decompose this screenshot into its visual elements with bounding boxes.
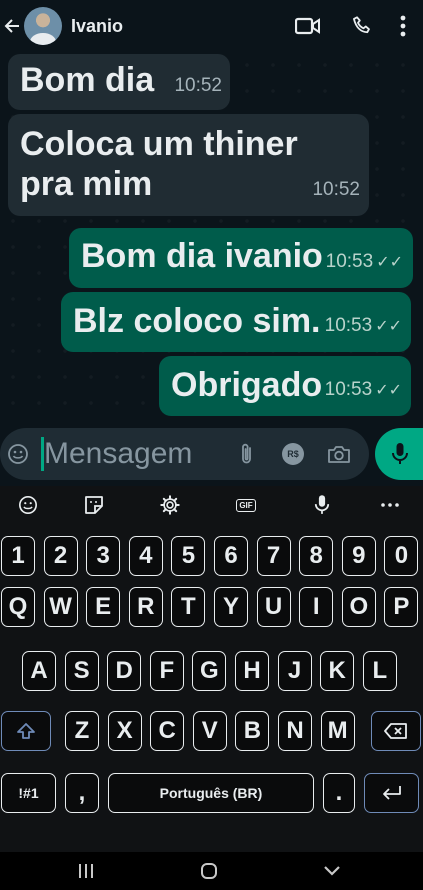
read-ticks-icon: ✓✓ (375, 318, 402, 335)
message-outgoing[interactable]: Obrigado 10:53 ✓✓ (159, 356, 411, 416)
gif-icon[interactable]: GIF (208, 486, 284, 524)
emoji-icon[interactable] (0, 428, 36, 480)
key-g[interactable]: G (192, 651, 227, 691)
key-4[interactable]: 4 (128, 536, 163, 576)
key-1[interactable]: 1 (1, 536, 35, 576)
message-text: Bom dia (20, 61, 155, 99)
keyboard-mic-icon[interactable] (284, 486, 360, 524)
read-ticks-icon: ✓✓ (376, 254, 403, 271)
soft-keyboard: GIF 1234567890 QWERTYUIOP ASDFGHJKL ZXCVBNM… (0, 486, 423, 890)
key-l[interactable]: L (362, 651, 397, 691)
key-h[interactable]: H (235, 651, 269, 691)
chat-header: Ivanio (0, 0, 423, 52)
payment-icon[interactable]: R$ (270, 428, 316, 480)
key-u[interactable]: U (256, 587, 291, 627)
key-9[interactable]: 9 (341, 536, 376, 576)
composer-field[interactable]: R$ (0, 428, 369, 480)
message-text: Bom dia ivanio (81, 237, 323, 275)
back-arrow-icon[interactable] (2, 0, 22, 52)
key-n[interactable]: N (278, 711, 312, 751)
message-incoming[interactable]: Coloca um thiner pra mim 10:52 (8, 114, 369, 216)
message-text: Obrigado (171, 366, 323, 404)
key-p[interactable]: P (384, 587, 419, 627)
contact-avatar[interactable] (24, 7, 62, 45)
message-time: 10:52 (174, 75, 222, 96)
period-key[interactable]: . (323, 773, 355, 813)
message-time: 10:53 (325, 251, 374, 272)
sticker-icon[interactable] (56, 486, 132, 524)
key-q[interactable]: Q (1, 587, 35, 627)
key-d[interactable]: D (107, 651, 142, 691)
key-8[interactable]: 8 (299, 536, 334, 576)
keyboard-emoji-icon[interactable] (0, 486, 56, 524)
key-c[interactable]: C (150, 711, 185, 751)
video-call-icon[interactable] (281, 0, 335, 52)
composer-bar: R$ (0, 422, 423, 486)
key-w[interactable]: W (43, 587, 78, 627)
key-0[interactable]: 0 (384, 536, 419, 576)
key-x[interactable]: X (107, 711, 142, 751)
recent-apps-icon[interactable] (24, 852, 147, 890)
mic-icon (392, 443, 408, 464)
message-input[interactable] (44, 437, 224, 471)
message-time: 10:53 (324, 379, 373, 400)
key-e[interactable]: E (86, 587, 121, 627)
shift-key[interactable] (1, 711, 51, 751)
key-m[interactable]: M (320, 711, 355, 751)
symbols-key[interactable]: !#1 (1, 773, 56, 813)
space-key[interactable]: Português (BR) (108, 773, 314, 813)
message-list[interactable]: Bom dia 10:52 Coloca um thiner pra mim 1… (0, 52, 423, 422)
key-i[interactable]: I (299, 587, 334, 627)
backspace-key[interactable] (371, 711, 421, 751)
key-z[interactable]: Z (65, 711, 99, 751)
message-time: 10:52 (312, 179, 360, 200)
camera-icon[interactable] (316, 428, 362, 480)
message-meta: 10:53 ✓✓ (325, 300, 402, 347)
key-2[interactable]: 2 (43, 536, 78, 576)
key-v[interactable]: V (192, 711, 227, 751)
more-vert-icon[interactable] (389, 0, 417, 52)
key-f[interactable]: F (149, 651, 184, 691)
attach-icon[interactable] (224, 428, 270, 480)
key-y[interactable]: Y (214, 587, 248, 627)
key-t[interactable]: T (171, 587, 206, 627)
message-incoming[interactable]: Bom dia 10:52 (8, 54, 230, 110)
key-7[interactable]: 7 (256, 536, 291, 576)
voice-message-button[interactable] (375, 428, 423, 480)
settings-gear-icon[interactable] (132, 486, 208, 524)
message-outgoing[interactable]: Blz coloco sim. 10:53 ✓✓ (61, 292, 411, 352)
key-a[interactable]: A (22, 651, 56, 691)
read-ticks-icon: ✓✓ (375, 382, 402, 399)
phone-icon[interactable] (335, 0, 389, 52)
message-text: Coloca um thiner pra mim (20, 125, 298, 203)
hide-keyboard-icon[interactable] (270, 852, 393, 890)
key-j[interactable]: J (277, 651, 312, 691)
enter-key[interactable] (364, 773, 419, 813)
key-k[interactable]: K (320, 651, 355, 691)
key-6[interactable]: 6 (214, 536, 248, 576)
message-outgoing[interactable]: Bom dia ivanio 10:53 ✓✓ (69, 228, 413, 288)
keyboard-toolbar: GIF (0, 486, 423, 524)
message-time: 10:53 (324, 315, 373, 336)
key-o[interactable]: O (341, 587, 376, 627)
message-meta: 10:53 ✓✓ (325, 364, 402, 411)
home-icon[interactable] (147, 852, 270, 890)
comma-key[interactable]: , (65, 773, 99, 813)
system-nav-bar (0, 852, 423, 890)
contact-name[interactable]: Ivanio (71, 16, 123, 37)
key-r[interactable]: R (128, 587, 163, 627)
message-text: Blz coloco sim. (73, 302, 321, 340)
key-5[interactable]: 5 (171, 536, 206, 576)
message-meta: 10:53 ✓✓ (326, 236, 403, 283)
key-s[interactable]: S (64, 651, 99, 691)
more-horiz-icon[interactable] (360, 486, 420, 524)
key-b[interactable]: B (235, 711, 270, 751)
key-3[interactable]: 3 (86, 536, 121, 576)
